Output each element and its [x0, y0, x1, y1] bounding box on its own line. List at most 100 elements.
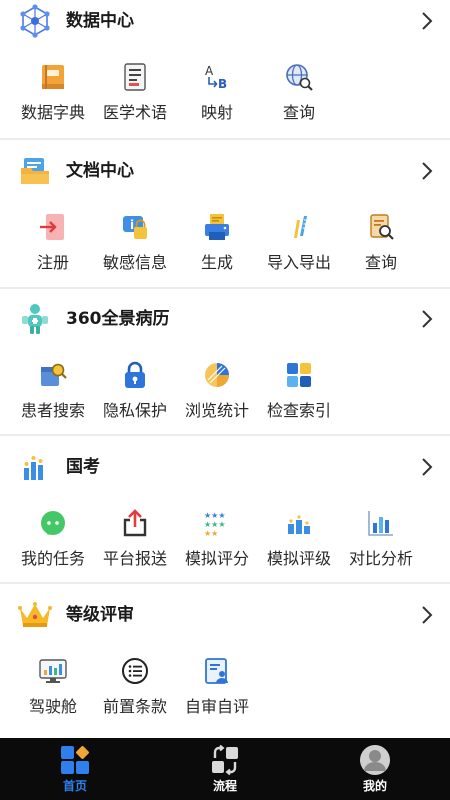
tab-label: 首页: [62, 779, 87, 793]
item-label: 注册: [36, 253, 69, 272]
grid-item-medical-terms[interactable]: 医学术语: [95, 62, 175, 134]
login-arrow-icon: [40, 214, 64, 240]
item-label: 患者搜索: [20, 401, 85, 420]
item-label: 我的任务: [20, 549, 85, 568]
patient-body-icon: [22, 304, 48, 334]
grid-item-my-tasks[interactable]: 我的任务: [13, 508, 93, 580]
bar-chart-icon: [24, 456, 43, 480]
item-label: 浏览统计: [184, 401, 249, 420]
item-grid: 数据字典 医学术语 A B 映射 查询: [0, 62, 450, 134]
svg-text:★★★: ★★★: [204, 511, 226, 520]
chat-bubble-icon: [41, 511, 65, 535]
grid-item-data-dictionary[interactable]: 数据字典: [13, 62, 93, 134]
grid-item-preconditions[interactable]: 前置条款: [95, 656, 175, 728]
upload-icon: [123, 509, 147, 537]
grid-item-browse-stats[interactable]: 浏览统计: [177, 360, 257, 432]
blocks-icon: [287, 363, 311, 387]
section-title: 数据中心: [66, 11, 134, 31]
chevron-right-icon[interactable]: [420, 308, 434, 330]
grid-item-register[interactable]: 注册: [13, 212, 93, 284]
document-list-icon: [124, 63, 146, 91]
item-label: 导入导出: [266, 253, 331, 272]
grid-item-doc-query[interactable]: 查询: [341, 212, 421, 284]
grid-item-platform-submit[interactable]: 平台报送: [95, 508, 175, 580]
grid-item-generate[interactable]: 生成: [177, 212, 257, 284]
grid-item-query[interactable]: 查询: [259, 62, 339, 134]
svg-text:B: B: [218, 77, 227, 91]
monitor-chart-icon: [39, 659, 67, 683]
item-label: 生成: [200, 253, 233, 272]
item-label: 模拟评级: [266, 549, 331, 568]
box-search-icon: [41, 363, 67, 386]
item-label: 模拟评分: [184, 549, 249, 568]
item-label: 检查索引: [266, 401, 331, 420]
grid-item-cockpit[interactable]: 驾驶舱: [13, 656, 93, 728]
grid-item-mock-rating[interactable]: 模拟评级: [259, 508, 339, 580]
tab-label: 我的: [362, 779, 387, 793]
section-header-360-medical-record[interactable]: 360全景病历: [0, 298, 450, 342]
grid-item-privacy[interactable]: 隐私保护: [95, 360, 175, 432]
doc-search-icon: [370, 214, 394, 240]
list-circle-icon: [122, 658, 148, 684]
grid-item-mapping[interactable]: A B 映射: [177, 62, 257, 134]
crown-icon: [18, 602, 52, 627]
printer-icon: [205, 214, 229, 240]
grid-item-patient-search[interactable]: 患者搜索: [13, 360, 93, 432]
grid-item-compare-analysis[interactable]: 对比分析: [341, 508, 421, 580]
section-divider: [0, 138, 450, 140]
self-review-icon: [205, 658, 228, 684]
chevron-right-icon[interactable]: [420, 160, 434, 182]
item-grid: 注册 i 敏感信息 生成 导入导出 查询: [0, 212, 450, 284]
section-header-grade-review[interactable]: 等级评审: [0, 594, 450, 638]
item-grid: 患者搜索 隐私保护 浏览统计 检查索引: [0, 360, 450, 432]
pencil-ruler-icon: [294, 216, 307, 238]
section-divider: [0, 434, 450, 436]
section-header-data-center[interactable]: 数据中心: [0, 0, 450, 44]
grid-item-sensitive-info[interactable]: i 敏感信息: [95, 212, 175, 284]
section-title: 国考: [66, 457, 100, 477]
tab-label: 流程: [212, 779, 237, 793]
chevron-right-icon[interactable]: [420, 10, 434, 32]
stars-icon: ★★★ ★★★ ★★: [204, 511, 226, 538]
home-tiles-icon: [61, 746, 89, 774]
grid-item-exam-index[interactable]: 检查索引: [259, 360, 339, 432]
item-label: 驾驶舱: [28, 697, 77, 716]
tab-workflow[interactable]: 流程: [165, 738, 285, 800]
compare-bars-icon: [368, 511, 393, 536]
grid-item-import-export[interactable]: 导入导出: [259, 212, 339, 284]
section-header-document-center[interactable]: 文档中心: [0, 150, 450, 194]
item-grid: 我的任务 平台报送 ★★★ ★★★ ★★ 模拟评分 模拟评级 对比分析: [0, 508, 450, 580]
pie-chart-icon: [205, 363, 229, 387]
svg-text:A: A: [205, 64, 214, 78]
item-label: 数据字典: [20, 103, 85, 122]
item-label: 自审自评: [184, 697, 249, 716]
section-divider: [0, 582, 450, 584]
section-title: 360全景病历: [66, 309, 170, 329]
item-label: 敏感信息: [102, 253, 167, 272]
svg-text:i: i: [130, 218, 134, 232]
ranking-bars-icon: [288, 515, 310, 534]
section-title: 文档中心: [66, 161, 134, 181]
section-divider: [0, 287, 450, 289]
chevron-right-icon[interactable]: [420, 456, 434, 478]
globe-search-icon: [286, 64, 313, 91]
item-grid: 驾驶舱 前置条款 自审自评: [0, 656, 450, 728]
grid-item-mock-scoring[interactable]: ★★★ ★★★ ★★ 模拟评分: [177, 508, 257, 580]
bottom-tab-bar: 首页 流程 我的: [0, 738, 450, 800]
tab-profile[interactable]: 我的: [315, 738, 435, 800]
item-label: 平台报送: [102, 549, 167, 568]
item-label: 前置条款: [102, 697, 167, 716]
item-label: 医学术语: [102, 103, 167, 122]
item-label: 映射: [200, 103, 233, 122]
svg-text:★★★: ★★★: [204, 520, 226, 529]
item-label: 查询: [282, 103, 315, 122]
grid-item-self-review[interactable]: 自审自评: [177, 656, 257, 728]
section-header-national-exam[interactable]: 国考: [0, 446, 450, 490]
ab-mapping-icon: A B: [205, 64, 227, 91]
info-lock-icon: i: [123, 216, 147, 239]
book-icon: [42, 65, 64, 89]
folder-docs-icon: [21, 158, 49, 184]
tab-home[interactable]: 首页: [15, 738, 135, 800]
user-icon: [360, 745, 390, 775]
chevron-right-icon[interactable]: [420, 604, 434, 626]
